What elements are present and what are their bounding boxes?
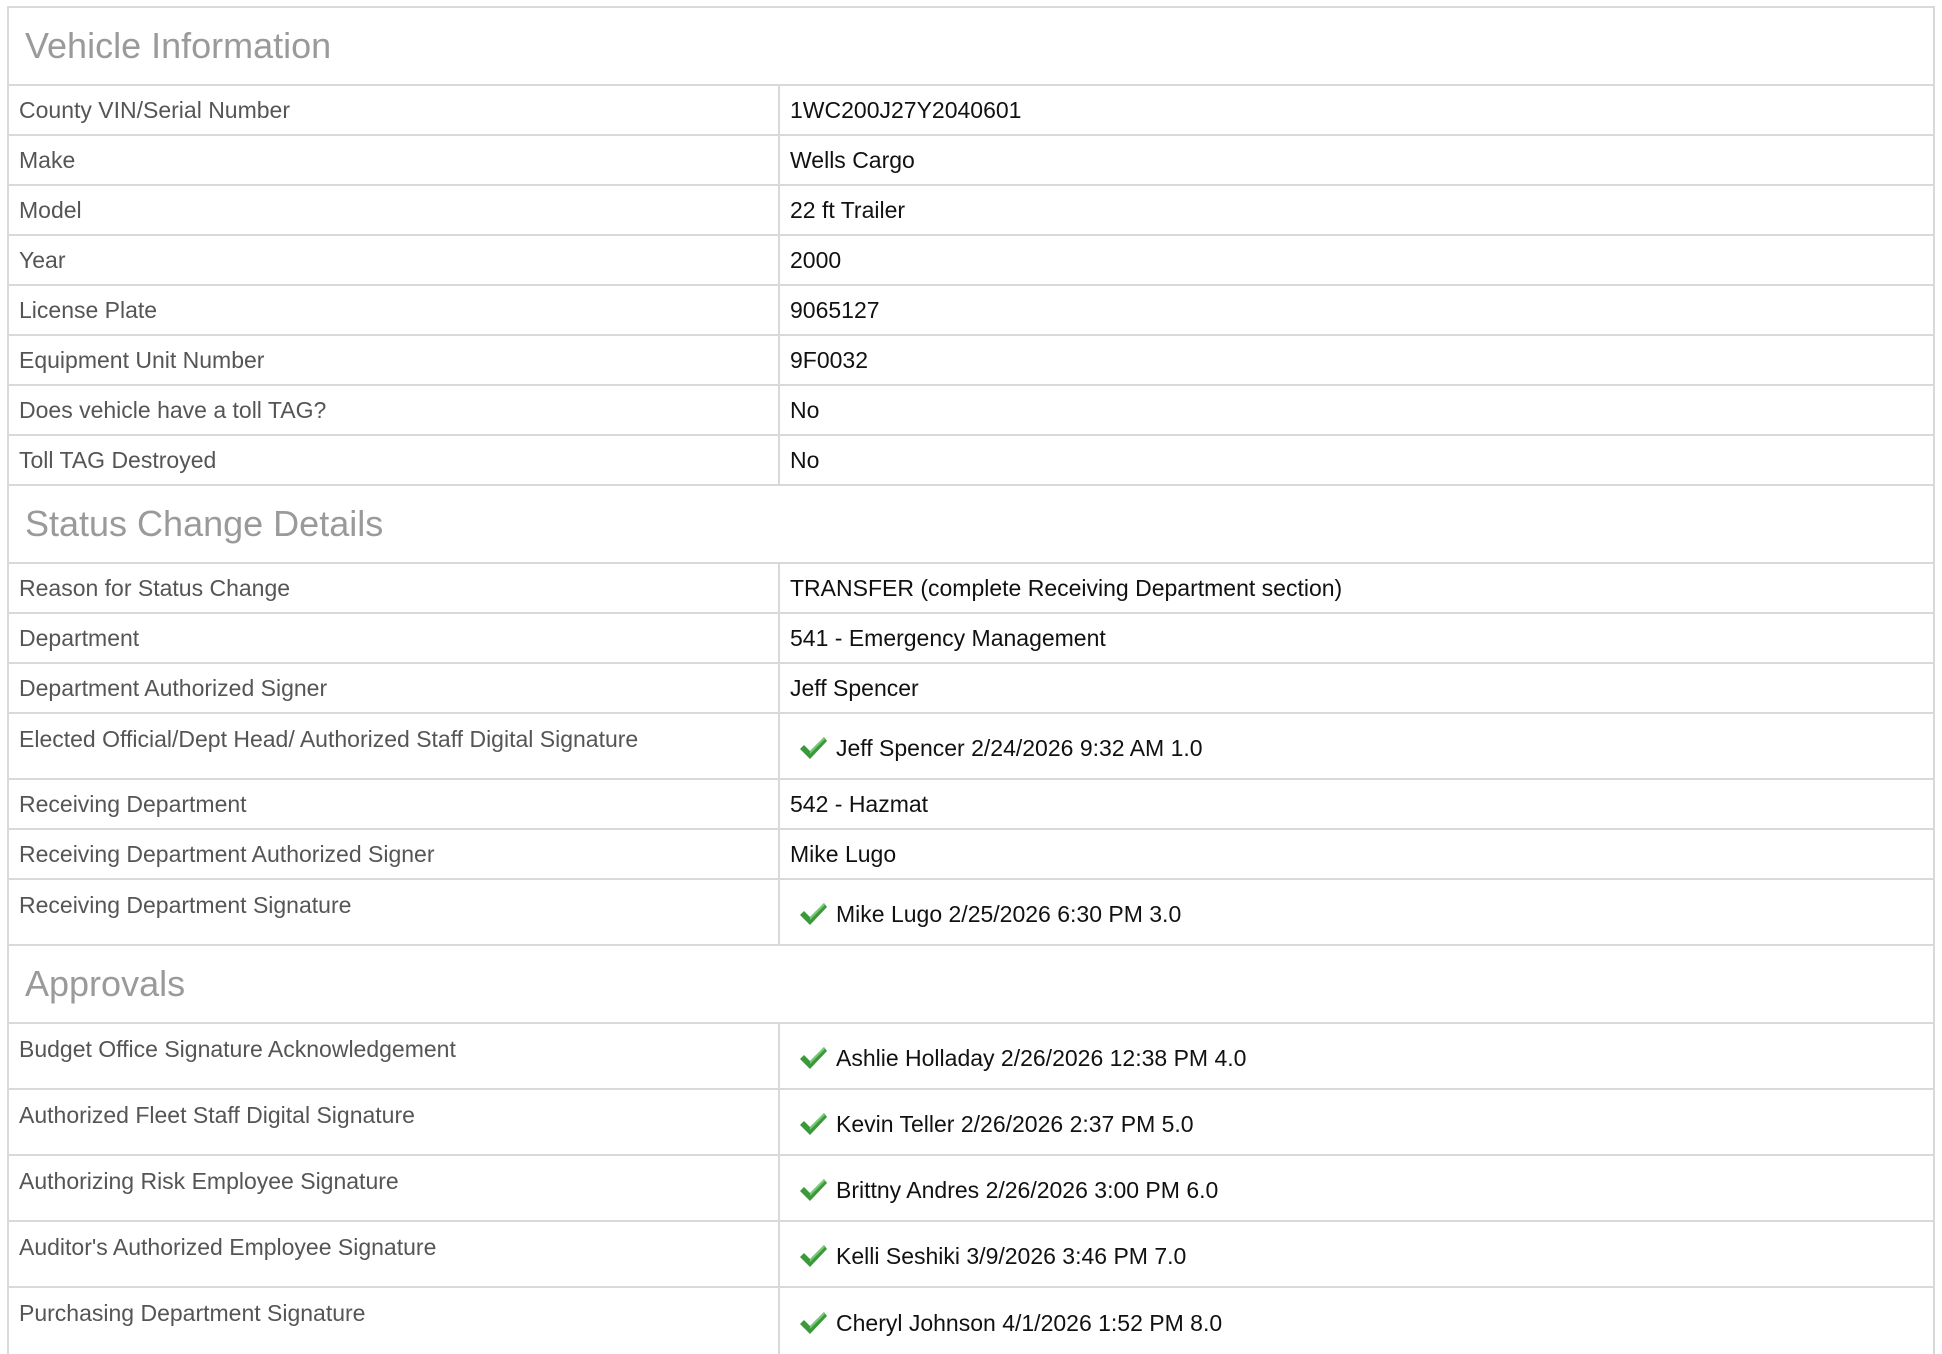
check-icon	[800, 1113, 827, 1135]
signature-text: Ashlie Holladay 2/26/2026 12:38 PM 4.0	[836, 1044, 1247, 1071]
field-label: Department Authorized Signer	[9, 664, 780, 712]
field-value: Jeff Spencer	[790, 674, 919, 701]
table-row: Purchasing Department Signature Cheryl J…	[9, 1288, 1933, 1354]
field-label: Year	[9, 236, 780, 284]
field-label: Reason for Status Change	[9, 564, 780, 612]
field-value: 22 ft Trailer	[790, 196, 906, 223]
signature-text: Cheryl Johnson 4/1/2026 1:52 PM 8.0	[836, 1309, 1223, 1336]
field-label: Receiving Department Signature	[9, 880, 780, 944]
field-label: Budget Office Signature Acknowledgement	[9, 1024, 780, 1088]
check-icon	[800, 1312, 827, 1334]
field-value: Mike Lugo	[790, 840, 897, 867]
signature-value: Cheryl Johnson 4/1/2026 1:52 PM 8.0	[780, 1288, 1933, 1354]
field-label: Authorizing Risk Employee Signature	[9, 1156, 780, 1220]
table-row: Authorized Fleet Staff Digital Signature…	[9, 1090, 1933, 1156]
signature-text: Kevin Teller 2/26/2026 2:37 PM 5.0	[836, 1110, 1194, 1137]
table-row: Department Authorized Signer Jeff Spence…	[9, 664, 1933, 714]
signature-value: Brittny Andres 2/26/2026 3:00 PM 6.0	[780, 1156, 1933, 1220]
signature-value: Ashlie Holladay 2/26/2026 12:38 PM 4.0	[780, 1024, 1933, 1088]
field-label: Make	[9, 136, 780, 184]
field-label: Auditor's Authorized Employee Signature	[9, 1222, 780, 1286]
field-value: 1WC200J27Y2040601	[790, 96, 1022, 123]
field-value: 2000	[790, 246, 842, 273]
check-icon	[800, 1047, 827, 1069]
signature-text: Jeff Spencer 2/24/2026 9:32 AM 1.0	[836, 734, 1203, 761]
field-value: Wells Cargo	[790, 146, 915, 173]
signature-text: Kelli Seshiki 3/9/2026 3:46 PM 7.0	[836, 1242, 1187, 1269]
table-row: Receiving Department Signature Mike Lugo…	[9, 880, 1933, 946]
field-label: Department	[9, 614, 780, 662]
field-value: TRANSFER (complete Receiving Department …	[790, 574, 1343, 601]
table-row: Budget Office Signature Acknowledgement …	[9, 1024, 1933, 1090]
field-value: No	[790, 396, 820, 423]
table-row: Elected Official/Dept Head/ Authorized S…	[9, 714, 1933, 780]
field-label: Authorized Fleet Staff Digital Signature	[9, 1090, 780, 1154]
table-row: Reason for Status Change TRANSFER (compl…	[9, 564, 1933, 614]
check-icon	[800, 737, 827, 759]
table-row: License Plate 9065127	[9, 286, 1933, 336]
section-header-status-change-details: Status Change Details	[9, 486, 1933, 564]
check-icon	[800, 903, 827, 925]
table-row: County VIN/Serial Number 1WC200J27Y20406…	[9, 86, 1933, 136]
field-label: Purchasing Department Signature	[9, 1288, 780, 1354]
vehicle-status-form: Vehicle Information County VIN/Serial Nu…	[7, 6, 1935, 1354]
table-row: Toll TAG Destroyed No	[9, 436, 1933, 486]
signature-value: Kelli Seshiki 3/9/2026 3:46 PM 7.0	[780, 1222, 1933, 1286]
section-header-vehicle-information: Vehicle Information	[9, 8, 1933, 86]
table-row: Receiving Department Authorized Signer M…	[9, 830, 1933, 880]
section-header-approvals: Approvals	[9, 946, 1933, 1024]
field-label: Receiving Department Authorized Signer	[9, 830, 780, 878]
signature-text: Mike Lugo 2/25/2026 6:30 PM 3.0	[836, 900, 1182, 927]
signature-text: Brittny Andres 2/26/2026 3:00 PM 6.0	[836, 1176, 1219, 1203]
field-label: License Plate	[9, 286, 780, 334]
field-value: 542 - Hazmat	[790, 790, 929, 817]
field-value: 541 - Emergency Management	[790, 624, 1106, 651]
table-row: Receiving Department 542 - Hazmat	[9, 780, 1933, 830]
table-row: Model 22 ft Trailer	[9, 186, 1933, 236]
table-row: Authorizing Risk Employee Signature Brit…	[9, 1156, 1933, 1222]
field-label: Equipment Unit Number	[9, 336, 780, 384]
signature-value: Jeff Spencer 2/24/2026 9:32 AM 1.0	[780, 714, 1933, 778]
table-row: Does vehicle have a toll TAG? No	[9, 386, 1933, 436]
signature-value: Kevin Teller 2/26/2026 2:37 PM 5.0	[780, 1090, 1933, 1154]
field-label: Toll TAG Destroyed	[9, 436, 780, 484]
field-value: 9F0032	[790, 346, 869, 373]
table-row: Department 541 - Emergency Management	[9, 614, 1933, 664]
signature-value: Mike Lugo 2/25/2026 6:30 PM 3.0	[780, 880, 1933, 944]
field-label: Model	[9, 186, 780, 234]
field-label: County VIN/Serial Number	[9, 86, 780, 134]
field-value: 9065127	[790, 296, 880, 323]
field-label: Receiving Department	[9, 780, 780, 828]
field-value: No	[790, 446, 820, 473]
check-icon	[800, 1179, 827, 1201]
field-label: Elected Official/Dept Head/ Authorized S…	[9, 714, 780, 778]
field-label: Does vehicle have a toll TAG?	[9, 386, 780, 434]
table-row: Year 2000	[9, 236, 1933, 286]
table-row: Make Wells Cargo	[9, 136, 1933, 186]
table-row: Auditor's Authorized Employee Signature …	[9, 1222, 1933, 1288]
check-icon	[800, 1245, 827, 1267]
table-row: Equipment Unit Number 9F0032	[9, 336, 1933, 386]
